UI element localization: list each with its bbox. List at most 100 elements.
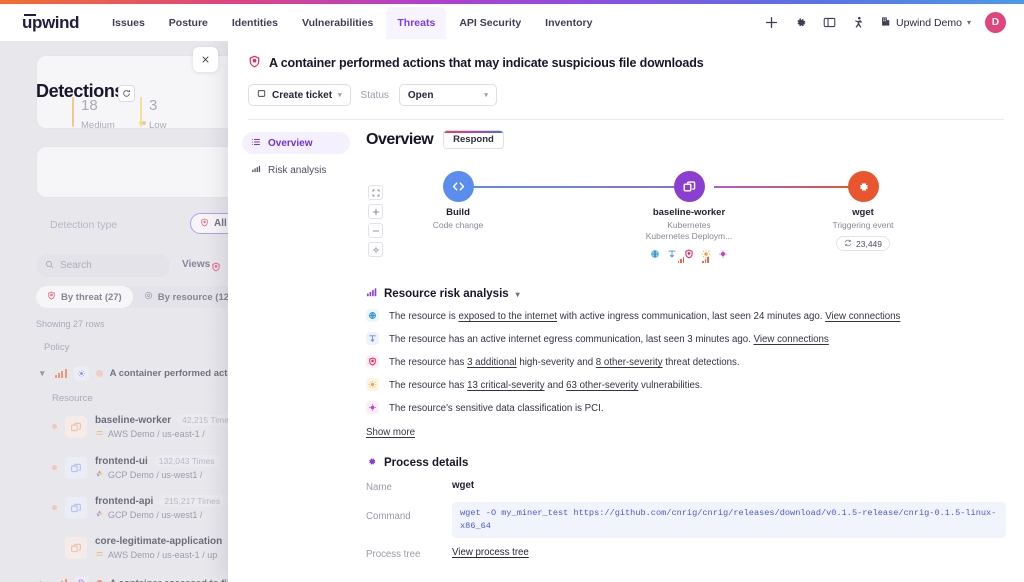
- graph-controls: [368, 185, 383, 257]
- field-value-command[interactable]: wget -O my_miner_test https://github.com…: [452, 502, 1006, 538]
- person-icon[interactable]: [851, 15, 866, 30]
- egress-icon[interactable]: [667, 246, 677, 256]
- gcp-icon: [95, 469, 104, 480]
- stat-medium: 18 Medium: [72, 97, 115, 133]
- upwind-logo[interactable]: upwind: [22, 13, 79, 33]
- tenant-switcher[interactable]: Upwind Demo ▾: [880, 16, 971, 30]
- resource-meta: AWS Demo / us-east-1 /: [95, 428, 238, 439]
- app-header: upwind Issues Posture Identities Vulnera…: [0, 4, 1024, 41]
- status-dot: [96, 370, 103, 377]
- stat-value: 3: [149, 97, 157, 114]
- link-exposed-to-internet[interactable]: exposed to the internet: [458, 311, 557, 322]
- respond-button[interactable]: Respond: [443, 130, 504, 149]
- vuln-icon: [366, 378, 379, 391]
- policy-row[interactable]: ▸ A container accessed to file: [40, 576, 235, 582]
- process-details-heading: Process details: [384, 457, 468, 469]
- resource-risk-analysis-section: Resource risk analysis ▾ The resource is…: [366, 287, 1006, 438]
- chevron-down-icon[interactable]: ▾: [40, 368, 48, 379]
- status-select[interactable]: Open ▾: [399, 84, 497, 106]
- nav-item-posture[interactable]: Posture: [158, 7, 219, 39]
- node-sub: Kubernetes: [624, 220, 754, 231]
- tab-by-resource[interactable]: By resource (12): [133, 286, 243, 308]
- graph-node-build[interactable]: Build Code change: [393, 171, 523, 231]
- egress-icon: [366, 332, 379, 345]
- status-value: Open: [408, 90, 434, 101]
- list-icon: [251, 137, 261, 150]
- search-icon: [45, 260, 54, 272]
- resource-name: frontend-api: [95, 496, 153, 507]
- nav-item-identities[interactable]: Identities: [221, 7, 289, 39]
- nav-item-inventory[interactable]: Inventory: [534, 7, 603, 39]
- policy-type-icon: [74, 366, 89, 381]
- link-view-connections[interactable]: View connections: [754, 334, 829, 345]
- nav-item-vulnerabilities[interactable]: Vulnerabilities: [291, 7, 384, 39]
- plus-icon[interactable]: [764, 15, 779, 30]
- search-placeholder: Search: [60, 260, 92, 271]
- nav-item-api-security[interactable]: API Security: [448, 7, 532, 39]
- rows-count-note: Showing 27 rows: [36, 319, 105, 329]
- node-name: Build: [393, 207, 523, 218]
- aws-icon: [95, 549, 104, 560]
- link-13-critical-severity[interactable]: 13 critical-severity: [467, 380, 545, 391]
- policy-type-icon: [74, 576, 89, 582]
- shield-icon: [200, 218, 209, 230]
- reset-icon[interactable]: [368, 242, 383, 257]
- status-label: Status: [361, 90, 389, 101]
- drawer-title-row: A container performed actions that may i…: [248, 55, 1004, 71]
- data-icon[interactable]: [718, 246, 728, 256]
- risk-section-heading-row[interactable]: Resource risk analysis ▾: [366, 287, 1006, 301]
- create-ticket-button[interactable]: Create ticket ▾: [248, 84, 351, 106]
- graph-node-wget[interactable]: wget Triggering event 23,449: [798, 171, 928, 252]
- shield-alert-icon: [248, 55, 261, 71]
- show-more-link[interactable]: Show more: [366, 427, 1006, 438]
- field-label-command: Command: [366, 502, 452, 522]
- link-8-other-severity[interactable]: 8 other-severity: [596, 357, 663, 368]
- chevron-down-icon[interactable]: ▾: [516, 290, 520, 299]
- view-process-tree-link[interactable]: View process tree: [452, 547, 1006, 558]
- tab-by-threat[interactable]: By threat (27): [36, 286, 133, 308]
- shield-icon: [366, 355, 379, 368]
- list-item: The resource is exposed to the internet …: [366, 310, 1006, 323]
- nav-item-threats[interactable]: Threats: [386, 7, 446, 39]
- column-header-policy: Policy: [44, 342, 69, 353]
- process-details-grid: Name wget Command wget -O my_miner_test …: [366, 480, 1006, 560]
- resource-name: frontend-ui: [95, 456, 148, 467]
- chevron-right-icon[interactable]: ▸: [40, 578, 48, 582]
- views-label[interactable]: Views: [182, 259, 210, 270]
- nav-item-issues[interactable]: Issues: [101, 7, 156, 39]
- panel-icon[interactable]: [822, 15, 837, 30]
- avatar[interactable]: D: [985, 12, 1006, 33]
- overview-heading-row: Overview Respond: [366, 130, 1006, 149]
- zoom-out-icon[interactable]: [368, 223, 383, 238]
- top-accent-bar: [0, 0, 1024, 4]
- zoom-in-icon[interactable]: [368, 204, 383, 219]
- page-title: Detections: [36, 81, 124, 102]
- globe-icon[interactable]: [650, 246, 660, 256]
- sidebar-item-risk-analysis[interactable]: Risk analysis: [242, 159, 350, 181]
- link-3-additional[interactable]: 3 additional: [467, 357, 517, 368]
- policy-row[interactable]: ▾ A container performed actio: [40, 366, 236, 381]
- search-input[interactable]: Search: [36, 254, 170, 277]
- drawer-sidebar: Overview Risk analysis: [228, 120, 358, 582]
- respond-label: Respond: [453, 134, 494, 145]
- node-risk-chips: [624, 246, 754, 256]
- refresh-icon[interactable]: [118, 85, 135, 102]
- link-view-connections[interactable]: View connections: [825, 311, 900, 322]
- resource-icon: [144, 291, 153, 303]
- risk-item-text: The resource has an active internet egre…: [389, 333, 829, 346]
- gear-icon[interactable]: [793, 15, 808, 30]
- link-63-other-severity[interactable]: 63 other-severity: [566, 380, 638, 391]
- create-ticket-label: Create ticket: [272, 90, 332, 101]
- gcp-icon: [95, 509, 104, 520]
- fit-screen-icon[interactable]: [368, 185, 383, 200]
- graph-node-baseline-worker[interactable]: baseline-worker Kubernetes Kubernetes De…: [624, 171, 754, 263]
- sidebar-item-overview[interactable]: Overview: [242, 132, 350, 154]
- shield-icon[interactable]: [684, 246, 694, 256]
- close-icon[interactable]: [193, 47, 218, 72]
- logo-bar: [24, 14, 36, 16]
- policy-label: A container accessed to file: [110, 578, 235, 582]
- container-icon: [65, 457, 87, 479]
- node-sub: Triggering event: [798, 220, 928, 231]
- risk-items-list: The resource is exposed to the internet …: [366, 310, 1006, 415]
- vuln-icon[interactable]: [701, 246, 711, 256]
